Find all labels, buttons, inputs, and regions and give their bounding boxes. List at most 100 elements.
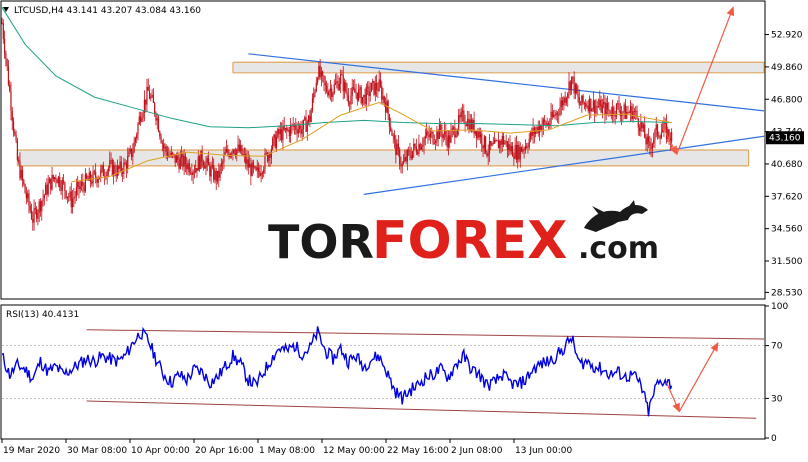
candle-body-233 xyxy=(300,125,302,134)
candle-body-493 xyxy=(633,111,636,113)
candle-body-47 xyxy=(61,180,63,191)
candle-body-470 xyxy=(604,101,606,116)
candle-body-316 xyxy=(406,150,408,162)
candle-body-418 xyxy=(537,126,539,134)
candle-body-87 xyxy=(113,165,115,176)
candle-body-284 xyxy=(365,86,367,105)
candle-body-364 xyxy=(468,119,470,131)
candle-body-57 xyxy=(74,195,76,198)
candle-body-127 xyxy=(164,146,166,149)
candle-body-78 xyxy=(101,165,103,169)
candle-body-15 xyxy=(20,169,22,179)
candle-body-79 xyxy=(102,165,104,177)
candle-body-465 xyxy=(597,106,600,108)
candle-body-375 xyxy=(482,145,484,149)
candle-body-267 xyxy=(343,82,346,92)
candle-body-379 xyxy=(487,153,489,156)
candle-body-152 xyxy=(196,167,198,171)
candle-body-307 xyxy=(395,139,397,155)
candle-body-167 xyxy=(215,170,217,182)
candle-body-104 xyxy=(134,138,137,142)
candle-body-360 xyxy=(463,110,465,122)
symbol-header: LTCUSD,H4 43.141 43.207 43.084 43.160 xyxy=(14,6,201,16)
candle-body-371 xyxy=(477,131,479,139)
candle-body-23 xyxy=(30,210,33,219)
candle-body-383 xyxy=(492,143,494,145)
candle-body-2 xyxy=(3,38,6,54)
candle-body-12 xyxy=(16,140,18,160)
candle-body-273 xyxy=(351,87,353,96)
candle-body-3 xyxy=(5,53,7,60)
candle-body-478 xyxy=(614,115,616,117)
candle-body-388 xyxy=(499,140,501,149)
candle-body-344 xyxy=(442,134,444,138)
candle-body-164 xyxy=(211,164,213,168)
candle-body-34 xyxy=(45,184,47,195)
candle-body-27 xyxy=(36,209,38,219)
candle-body-112 xyxy=(145,99,147,105)
candle-body-151 xyxy=(195,167,197,173)
candle-body-117 xyxy=(151,94,153,97)
candle-body-110 xyxy=(142,112,144,118)
candle-body-327 xyxy=(420,146,423,150)
candle-body-66 xyxy=(86,174,88,179)
candle-body-243 xyxy=(313,93,315,98)
candle-body-309 xyxy=(397,143,399,150)
candle-body-175 xyxy=(225,149,228,153)
candle-body-162 xyxy=(209,165,211,177)
candle-body-373 xyxy=(479,133,482,138)
candle-body-340 xyxy=(437,130,439,139)
candle-body-513 xyxy=(659,136,661,139)
candle-body-249 xyxy=(320,71,323,78)
candle-body-288 xyxy=(370,82,373,92)
candle-body-204 xyxy=(263,169,265,174)
candle-body-368 xyxy=(473,119,475,135)
candle-body-10 xyxy=(14,131,16,135)
candle-body-424 xyxy=(545,121,547,126)
candle-body-195 xyxy=(251,162,253,176)
time-tick-label-2: 10 Apr 00:00 xyxy=(131,446,190,456)
price-tick-label-3: 37.620 xyxy=(771,192,803,202)
candle-body-171 xyxy=(220,163,222,167)
candle-body-292 xyxy=(375,83,378,90)
candle-body-402 xyxy=(517,144,519,160)
price-axis-ticks: 28.53031.50034.56037.62040.68043.74046.8… xyxy=(765,31,803,298)
candle-body-254 xyxy=(327,91,329,96)
candle-body-352 xyxy=(452,127,455,129)
candle-body-407 xyxy=(523,149,525,151)
candle-body-223 xyxy=(287,129,289,131)
candle-body-240 xyxy=(309,115,311,122)
candle-body-501 xyxy=(644,124,646,139)
candle-body-446 xyxy=(573,77,575,94)
candle-body-189 xyxy=(243,154,246,155)
candle-body-329 xyxy=(423,138,425,146)
candle-body-458 xyxy=(588,98,591,112)
candle-body-161 xyxy=(207,158,210,166)
candle-body-158 xyxy=(204,165,206,169)
candle-body-241 xyxy=(310,110,312,122)
candle-body-312 xyxy=(401,163,403,167)
candle-body-45 xyxy=(59,176,61,188)
candle-body-485 xyxy=(623,104,625,112)
candle-body-115 xyxy=(148,90,151,99)
candle-body-206 xyxy=(265,152,267,154)
candle-body-97 xyxy=(125,163,128,170)
candle-body-50 xyxy=(65,190,67,198)
candle-body-147 xyxy=(189,172,192,173)
price-tick-label-2: 34.560 xyxy=(771,225,803,235)
candle-body-44 xyxy=(57,176,60,184)
candle-body-445 xyxy=(572,76,574,78)
candle-body-260 xyxy=(334,82,337,85)
candle-body-139 xyxy=(179,157,181,169)
candle-body-399 xyxy=(513,156,515,159)
candle-body-253 xyxy=(325,85,328,92)
current-price-tag: 43.160 xyxy=(766,131,804,145)
candle-body-160 xyxy=(206,158,208,163)
candle-body-65 xyxy=(84,174,86,192)
candle-body-174 xyxy=(224,152,226,155)
candle-body-448 xyxy=(576,84,578,94)
candle-body-270 xyxy=(347,95,349,104)
price-tick-label-8: 52.920 xyxy=(771,31,803,41)
candle-body-385 xyxy=(495,139,497,141)
candle-body-7 xyxy=(10,90,12,111)
